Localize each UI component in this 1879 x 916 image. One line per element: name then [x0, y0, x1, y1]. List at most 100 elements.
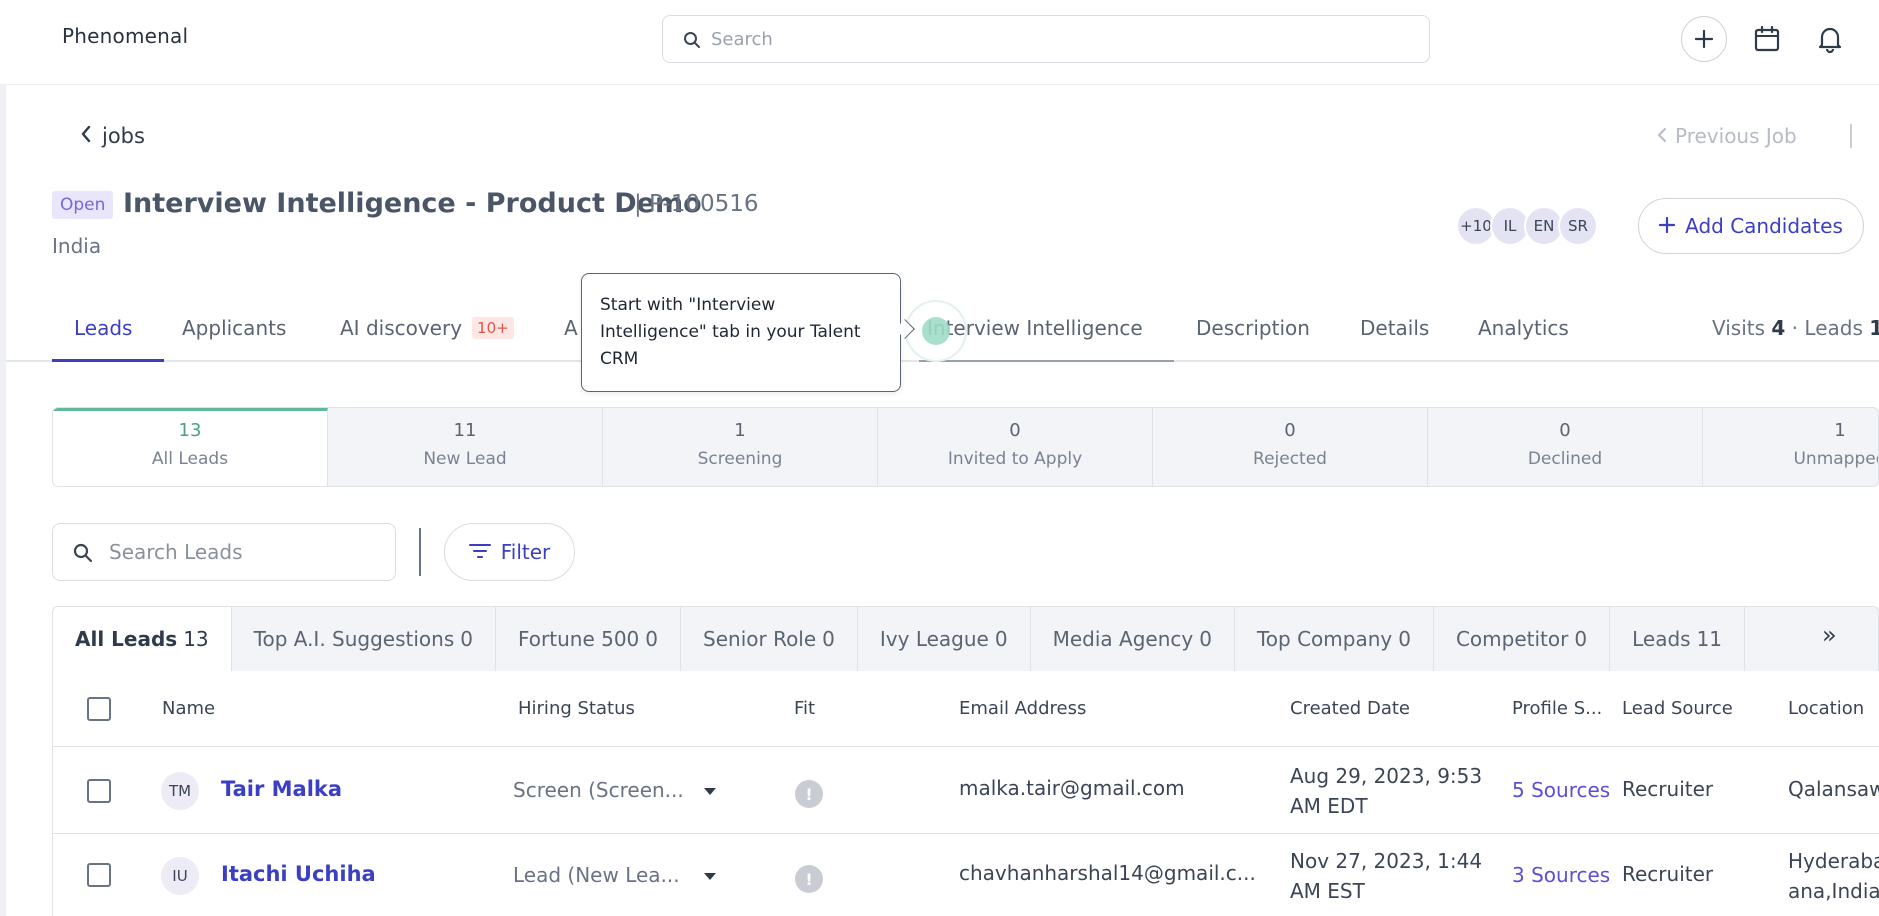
- column-header[interactable]: Lead Source: [1622, 698, 1733, 719]
- column-header[interactable]: Profile S...: [1512, 698, 1602, 719]
- avatar: TM: [161, 772, 199, 810]
- segment-tab[interactable]: All Leads 13: [53, 607, 232, 671]
- hover-tab-indicator: [919, 360, 1174, 362]
- stage-label: All Leads: [151, 449, 229, 469]
- hotspot-dot[interactable]: [922, 317, 950, 345]
- stage-count: 1: [734, 420, 746, 441]
- fit-warning-icon: !: [795, 780, 823, 808]
- filter-label: Filter: [500, 540, 551, 564]
- search-icon: [683, 31, 701, 53]
- stage-card[interactable]: 1 Screening: [603, 408, 878, 486]
- lead-source: Recruiter: [1622, 862, 1714, 886]
- stage-card[interactable]: 11 New Lead: [328, 408, 603, 486]
- segment-count: 0: [1398, 627, 1411, 651]
- stage-count: 0: [1284, 420, 1296, 441]
- count-badge: 10+: [472, 317, 514, 339]
- segment-count: 0: [822, 627, 835, 651]
- column-header[interactable]: Hiring Status: [518, 698, 635, 719]
- add-candidates-label: Add Candidates: [1685, 214, 1843, 238]
- table-header: Name Hiring Status Fit Email Address Cre…: [53, 671, 1879, 747]
- profile-sources-link[interactable]: 3 Sources: [1512, 863, 1610, 887]
- stage-count: 0: [1009, 420, 1021, 441]
- tab-details[interactable]: Details: [1360, 316, 1429, 340]
- stage-card[interactable]: 0 Declined: [1428, 408, 1703, 486]
- segment-tab[interactable]: Ivy League 0: [858, 607, 1031, 671]
- candidate-name-link[interactable]: Tair Malka: [221, 777, 342, 801]
- stage-count: 1: [1834, 420, 1846, 441]
- tab-leads[interactable]: Leads: [74, 316, 132, 340]
- segment-count: 0: [645, 627, 659, 651]
- global-search-input[interactable]: Search: [662, 15, 1430, 63]
- page-title: Interview Intelligence - Product Demo: [123, 188, 702, 219]
- tab-ai-discovery[interactable]: AI discovery 10+: [340, 316, 514, 340]
- segment-tab[interactable]: Senior Role 0: [681, 607, 858, 671]
- notification-bell-icon[interactable]: [1807, 16, 1853, 62]
- stage-label: Rejected: [1253, 449, 1327, 469]
- stage-card[interactable]: 0 Rejected: [1153, 408, 1428, 486]
- location-line: Hyderaba: [1788, 849, 1879, 873]
- tab-applicants[interactable]: Applicants: [182, 316, 286, 340]
- stage-card[interactable]: 1 Unmapped: [1703, 408, 1878, 486]
- chevron-down-icon[interactable]: [704, 873, 716, 880]
- previous-job-link[interactable]: Previous Job: [1657, 124, 1797, 148]
- stage-card[interactable]: 0 Invited to Apply: [878, 408, 1153, 486]
- candidate-name-link[interactable]: Itachi Uchiha: [221, 862, 376, 886]
- calendar-icon[interactable]: [1744, 16, 1790, 62]
- segment-count: 0: [994, 627, 1008, 651]
- stage-label: Invited to Apply: [947, 449, 1083, 469]
- email-address: chavhanharshal14@gmail.c...: [959, 861, 1256, 885]
- filter-button[interactable]: Filter: [444, 523, 575, 581]
- leads-count: 13: [1869, 316, 1879, 340]
- tab-partial[interactable]: A: [564, 316, 578, 340]
- team-avatars[interactable]: +10 IL EN SR: [1456, 206, 1598, 246]
- filter-icon: [468, 540, 491, 564]
- segment-label: Top A.I. Suggestions: [253, 627, 455, 651]
- back-to-jobs-link[interactable]: jobs: [80, 124, 145, 148]
- search-leads-input[interactable]: Search Leads: [52, 523, 396, 581]
- segment-tab[interactable]: Top Company 0: [1235, 607, 1434, 671]
- column-header[interactable]: Created Date: [1290, 698, 1410, 719]
- stage-card[interactable]: 13 All Leads: [53, 408, 328, 486]
- segment-tab[interactable]: Leads 11: [1610, 607, 1746, 671]
- plus-icon: [1659, 214, 1676, 238]
- segment-tab[interactable]: Media Agency 0: [1031, 607, 1235, 671]
- segment-label: Senior Role: [703, 627, 817, 651]
- lead-source: Recruiter: [1622, 777, 1714, 801]
- created-date-line: AM EST: [1290, 879, 1365, 903]
- created-date-line: Aug 29, 2023, 9:53: [1290, 764, 1483, 788]
- stage-count: 13: [178, 420, 202, 441]
- top-bar: Phenomenal Search: [0, 0, 1879, 85]
- segment-count: 0: [1574, 627, 1588, 651]
- hiring-status-select[interactable]: Screen (Screen...: [513, 778, 684, 802]
- stage-label: Declined: [1527, 449, 1603, 469]
- column-header[interactable]: Email Address: [959, 698, 1086, 719]
- segment-count: 0: [460, 627, 473, 651]
- segment-tab[interactable]: Top A.I. Suggestions 0: [232, 607, 496, 671]
- column-header[interactable]: Fit: [794, 698, 815, 719]
- table-row[interactable]: TM Tair Malka Screen (Screen... ! malka.…: [53, 748, 1879, 834]
- avatar[interactable]: SR: [1558, 206, 1598, 246]
- add-icon[interactable]: [1681, 16, 1727, 62]
- row-checkbox[interactable]: [87, 779, 111, 803]
- segment-tab[interactable]: Competitor 0: [1434, 607, 1611, 671]
- chevron-down-icon[interactable]: [704, 788, 716, 795]
- column-header[interactable]: Location: [1788, 698, 1864, 719]
- add-candidates-button[interactable]: Add Candidates: [1638, 198, 1864, 254]
- hiring-status-select[interactable]: Lead (New Lea...: [513, 863, 680, 887]
- created-date-line: Nov 27, 2023, 1:44: [1290, 849, 1483, 873]
- profile-sources-link[interactable]: 5 Sources: [1512, 778, 1610, 802]
- previous-job-label: Previous Job: [1675, 124, 1797, 148]
- table-row[interactable]: IU Itachi Uchiha Lead (New Lea... ! chav…: [53, 835, 1879, 916]
- visits-label: Visits: [1712, 316, 1772, 340]
- double-chevron-right-icon[interactable]: »: [1822, 621, 1837, 649]
- segment-label: Ivy League: [879, 627, 989, 651]
- tab-analytics[interactable]: Analytics: [1478, 316, 1569, 340]
- search-leads-placeholder: Search Leads: [109, 540, 243, 564]
- row-checkbox[interactable]: [87, 863, 111, 887]
- segment-tab[interactable]: Fortune 500 0: [496, 607, 682, 671]
- tab-ai-discovery-label: AI discovery: [340, 316, 463, 340]
- tab-description[interactable]: Description: [1196, 316, 1310, 340]
- select-all-checkbox[interactable]: [87, 697, 111, 721]
- column-header[interactable]: Name: [162, 698, 215, 719]
- brand-logo[interactable]: Phenomenal: [62, 24, 188, 48]
